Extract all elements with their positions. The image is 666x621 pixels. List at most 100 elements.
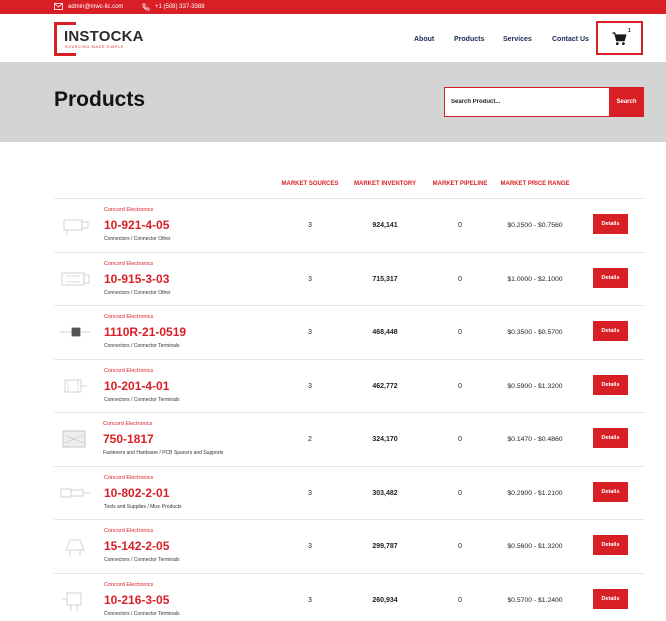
logo-tagline: SOURCING MADE SIMPLE	[65, 45, 124, 49]
price-range-value: $0.5700 - $1.2400	[507, 596, 563, 604]
category-text: Connectors / Connector Terminals	[104, 396, 180, 403]
details-button[interactable]: Details	[593, 428, 628, 448]
market-sources-value: 2	[308, 436, 312, 443]
part-number-link[interactable]: 15-142-2-05	[104, 539, 169, 553]
market-sources-value: 3	[308, 382, 312, 390]
column-header-market-inventory[interactable]: MARKET INVENTORY	[354, 181, 416, 187]
product-table: Concord Electronics 10-921-4-05 Connecto…	[54, 198, 644, 621]
table-row: Concord Electronics 10-921-4-05 Connecto…	[54, 198, 644, 252]
market-inventory-value: 324,170	[372, 436, 398, 443]
market-pipeline-value: 0	[458, 436, 462, 443]
market-inventory-value: 299,787	[372, 543, 398, 550]
details-button[interactable]: Details	[593, 267, 628, 288]
market-inventory-value: 462,772	[372, 382, 398, 390]
nav-about[interactable]: About	[414, 36, 434, 43]
product-thumbnail[interactable]	[58, 211, 92, 239]
top-contact-bar: admin@mwc-llc.com +1 (508) 337-3388	[0, 0, 666, 14]
market-inventory-value: 715,317	[372, 275, 398, 283]
phone-text: +1 (508) 337-3388	[155, 4, 205, 10]
instocka-logo[interactable]: INSTOCKA SOURCING MADE SIMPLE	[54, 22, 143, 56]
part-number-link[interactable]: 10-201-4-01	[104, 379, 169, 393]
price-range-value: $0.5600 - $1.3200	[507, 543, 563, 550]
nav-services[interactable]: Services	[503, 36, 532, 43]
part-number-link[interactable]: 750-1817	[103, 432, 154, 446]
product-thumbnail[interactable]	[58, 586, 92, 614]
page-banner: Products Search	[0, 62, 666, 142]
manufacturer-link[interactable]: Concord Electronics	[104, 207, 153, 213]
market-pipeline-value: 0	[458, 543, 462, 550]
market-sources-value: 3	[308, 489, 312, 497]
details-button[interactable]: Details	[593, 535, 628, 555]
product-thumbnail[interactable]	[58, 265, 92, 293]
market-sources-value: 3	[308, 275, 312, 283]
manufacturer-link[interactable]: Concord Electronics	[104, 368, 153, 374]
category-text: Connectors / Connector Terminals	[104, 557, 180, 563]
cart-count-badge: 1	[628, 28, 631, 34]
market-sources-value: 3	[308, 543, 312, 550]
shopping-cart-icon	[612, 32, 627, 45]
column-header-market-price-range[interactable]: MARKET PRICE RANGE	[500, 181, 569, 187]
column-header-market-sources[interactable]: MARKET SOURCES	[281, 181, 338, 187]
price-range-value: $0.1470 - $0.4860	[507, 436, 563, 443]
table-row: Concord Electronics 10-216-3-05 Connecto…	[54, 572, 644, 621]
page-title: Products	[54, 88, 146, 111]
nav-contact-us[interactable]: Contact Us	[552, 36, 589, 43]
part-number-link[interactable]: 10-802-2-01	[104, 486, 169, 500]
product-thumbnail[interactable]	[58, 425, 92, 453]
product-thumbnail[interactable]	[58, 479, 92, 507]
manufacturer-link[interactable]: Concord Electronics	[104, 261, 153, 267]
column-header-market-pipeline[interactable]: MARKET PIPELINE	[433, 181, 488, 187]
logo-wordmark: INSTOCKA	[64, 28, 144, 45]
product-thumbnail[interactable]	[58, 318, 92, 346]
market-pipeline-value: 0	[458, 596, 462, 604]
search-button[interactable]: Search	[609, 87, 644, 117]
category-text: Tools and Supplies / Misc Products	[104, 503, 182, 510]
nav-products[interactable]: Products	[454, 36, 484, 43]
email-contact[interactable]: admin@mwc-llc.com	[54, 3, 123, 10]
part-number-link[interactable]: 10-921-4-05	[104, 218, 169, 232]
phone-contact[interactable]: +1 (508) 337-3388	[142, 3, 205, 11]
site-header: INSTOCKA SOURCING MADE SIMPLE About Prod…	[0, 14, 666, 62]
price-range-value: $1.0000 - $2.1000	[507, 275, 563, 283]
table-row: Concord Electronics 750-1817 Fasteners a…	[54, 412, 644, 466]
manufacturer-link[interactable]: Concord Electronics	[104, 314, 153, 320]
category-text: Fasteners and Hardware / PCB Spacers and…	[103, 450, 224, 456]
product-thumbnail[interactable]	[58, 532, 92, 560]
market-pipeline-value: 0	[458, 222, 462, 229]
price-range-value: $0.3500 - $0.5700	[507, 329, 563, 336]
product-thumbnail[interactable]	[58, 372, 92, 400]
market-inventory-value: 468,448	[372, 329, 398, 336]
details-button[interactable]: Details	[593, 481, 628, 502]
market-inventory-value: 260,934	[372, 596, 398, 604]
manufacturer-link[interactable]: Concord Electronics	[103, 421, 152, 427]
part-number-link[interactable]: 10-915-3-03	[104, 272, 169, 286]
market-inventory-value: 303,482	[372, 489, 398, 497]
cart-button[interactable]: 1	[596, 21, 643, 55]
price-range-value: $0.2900 - $1.2100	[507, 489, 563, 497]
manufacturer-link[interactable]: Concord Electronics	[104, 582, 153, 588]
category-text: Connectors / Connector Terminals	[104, 610, 180, 617]
manufacturer-link[interactable]: Concord Electronics	[104, 475, 153, 481]
email-text: admin@mwc-llc.com	[68, 3, 124, 10]
details-button[interactable]: Details	[593, 214, 628, 234]
details-button[interactable]: Details	[593, 374, 628, 395]
market-pipeline-value: 0	[458, 329, 462, 336]
price-range-value: $0.2500 - $0.7560	[507, 222, 563, 229]
part-number-link[interactable]: 10-216-3-05	[104, 593, 169, 607]
category-text: Connectors / Connector Terminals	[104, 343, 180, 349]
part-number-link[interactable]: 1110R-21-0519	[104, 325, 186, 339]
product-search: Search	[444, 87, 644, 117]
details-button[interactable]: Details	[593, 588, 628, 609]
manufacturer-link[interactable]: Concord Electronics	[104, 528, 153, 534]
category-text: Connectors / Connector Other	[104, 236, 171, 242]
table-row: Concord Electronics 15-142-2-05 Connecto…	[54, 519, 644, 573]
market-inventory-value: 924,141	[372, 222, 398, 229]
search-input[interactable]	[444, 87, 609, 117]
table-row: Concord Electronics 10-915-3-03 Connecto…	[54, 251, 644, 306]
market-sources-value: 3	[308, 329, 312, 336]
table-row: Concord Electronics 1110R-21-0519 Connec…	[54, 305, 644, 359]
envelope-icon	[54, 3, 63, 10]
market-pipeline-value: 0	[458, 275, 462, 283]
table-row: Concord Electronics 10-201-4-01 Connecto…	[54, 358, 644, 413]
details-button[interactable]: Details	[593, 321, 628, 341]
